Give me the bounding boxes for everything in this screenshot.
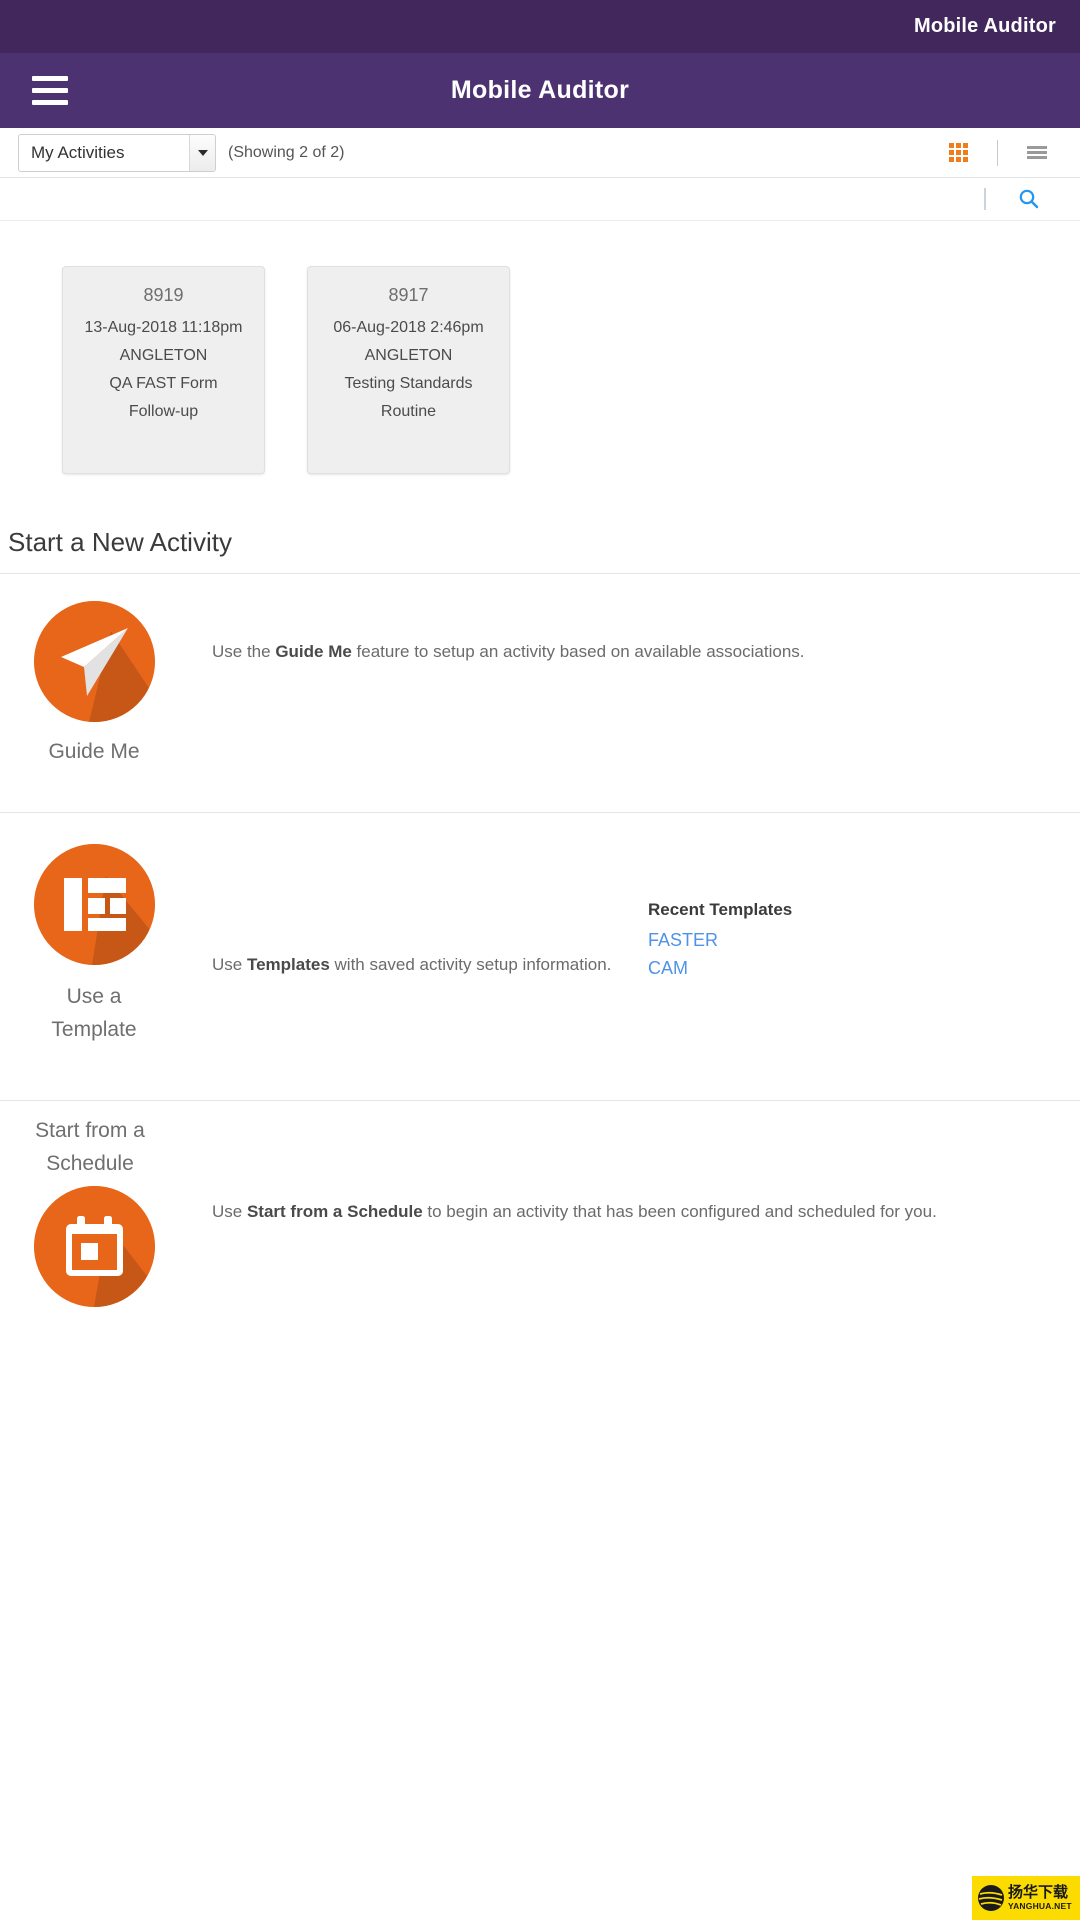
view-toggle-group: [933, 133, 1062, 173]
use-template-label: Use a Template: [4, 980, 184, 1046]
desc-bold: Templates: [246, 955, 330, 974]
start-from-schedule-label: Start from a Schedule: [0, 1114, 180, 1180]
recent-template-link[interactable]: CAM: [648, 954, 792, 982]
grid-view-icon[interactable]: [933, 133, 983, 173]
mobile-auditor-app: Mobile Auditor Mobile Auditor My Activit…: [0, 0, 1080, 1920]
desc-bold: Start from a Schedule: [246, 1202, 423, 1221]
watermark-logo: 扬华下载 YANGHUA.NET: [972, 1876, 1080, 1920]
desc-post: to begin an activity that has been confi…: [422, 1202, 937, 1221]
guide-me-row: Guide Me Use the Guide Me feature to set…: [0, 573, 1080, 812]
desc-post: feature to setup an activity based on av…: [351, 642, 805, 661]
activity-form: QA FAST Form: [109, 375, 218, 392]
activity-filter-select[interactable]: My Activities: [18, 133, 216, 172]
activity-filter-wrap: My Activities: [18, 133, 216, 172]
status-bar-title: Mobile Auditor: [913, 15, 1056, 37]
desc-pre: Use: [212, 1202, 247, 1221]
activity-location: ANGLETON: [119, 347, 208, 364]
use-template-description: Use Templates with saved activity setup …: [212, 952, 612, 978]
activity-card[interactable]: 8917 06-Aug-2018 2:46pm ANGLETON Testing…: [307, 266, 510, 474]
recent-templates-panel: Recent Templates FASTER CAM: [648, 900, 792, 982]
recent-template-link[interactable]: FASTER: [648, 926, 792, 954]
schedule-label-line2: Schedule: [46, 1152, 134, 1175]
guide-me-description: Use the Guide Me feature to setup an act…: [212, 639, 972, 665]
new-activity-heading: Start a New Activity: [8, 527, 232, 557]
desc-bold: Guide Me: [275, 642, 352, 661]
desc-pre: Use the: [212, 642, 276, 661]
globe-icon: [978, 1885, 1004, 1911]
filter-toolbar: My Activities (Showing 2 of 2): [0, 128, 1080, 178]
calendar-icon[interactable]: [34, 1186, 155, 1307]
paper-plane-icon[interactable]: [34, 601, 155, 722]
activity-type: Routine: [380, 403, 437, 420]
activity-type: Follow-up: [128, 403, 199, 420]
search-icon[interactable]: [1012, 182, 1046, 216]
activity-cards-list: 8919 13-Aug-2018 11:18pm ANGLETON QA FAS…: [0, 226, 1080, 474]
toolbar-divider: [997, 139, 998, 166]
guide-me-label: Guide Me: [48, 740, 140, 763]
showing-count-label: (Showing 2 of 2): [228, 143, 345, 161]
template-layout-icon[interactable]: [34, 844, 155, 965]
activity-id: 8917: [388, 285, 429, 305]
use-template-row: Use a Template Use Templates with saved …: [0, 812, 1080, 1100]
use-template-label-line2: Template: [51, 1018, 137, 1041]
recent-templates-title: Recent Templates: [648, 900, 793, 919]
start-from-schedule-row: Start from a Schedule Use Start from a S…: [0, 1100, 1080, 1330]
use-template-label-line1: Use a: [66, 985, 122, 1008]
start-from-schedule-description: Use Start from a Schedule to begin an ac…: [212, 1199, 1032, 1225]
activity-id: 8919: [143, 285, 184, 305]
desc-post: with saved activity setup information.: [329, 955, 612, 974]
schedule-label-line1: Start from a: [35, 1119, 145, 1142]
search-divider: [984, 188, 986, 210]
activity-form: Testing Standards: [344, 375, 473, 392]
status-bar: Mobile Auditor: [0, 0, 1080, 53]
activity-location: ANGLETON: [364, 347, 453, 364]
search-row: [0, 178, 1080, 221]
activity-datetime: 06-Aug-2018 2:46pm: [333, 319, 484, 336]
page-title: Mobile Auditor: [450, 76, 630, 104]
desc-pre: Use: [212, 955, 247, 974]
watermark-chinese-text: 扬华下载: [1008, 1884, 1069, 1902]
hamburger-menu-icon[interactable]: [14, 53, 86, 128]
activity-datetime: 13-Aug-2018 11:18pm: [84, 319, 243, 336]
list-view-icon[interactable]: [1012, 133, 1062, 173]
app-bar: Mobile Auditor: [0, 53, 1080, 128]
watermark-english-text: YANGHUA.NET: [1008, 1901, 1072, 1912]
activity-card[interactable]: 8919 13-Aug-2018 11:18pm ANGLETON QA FAS…: [62, 266, 265, 474]
